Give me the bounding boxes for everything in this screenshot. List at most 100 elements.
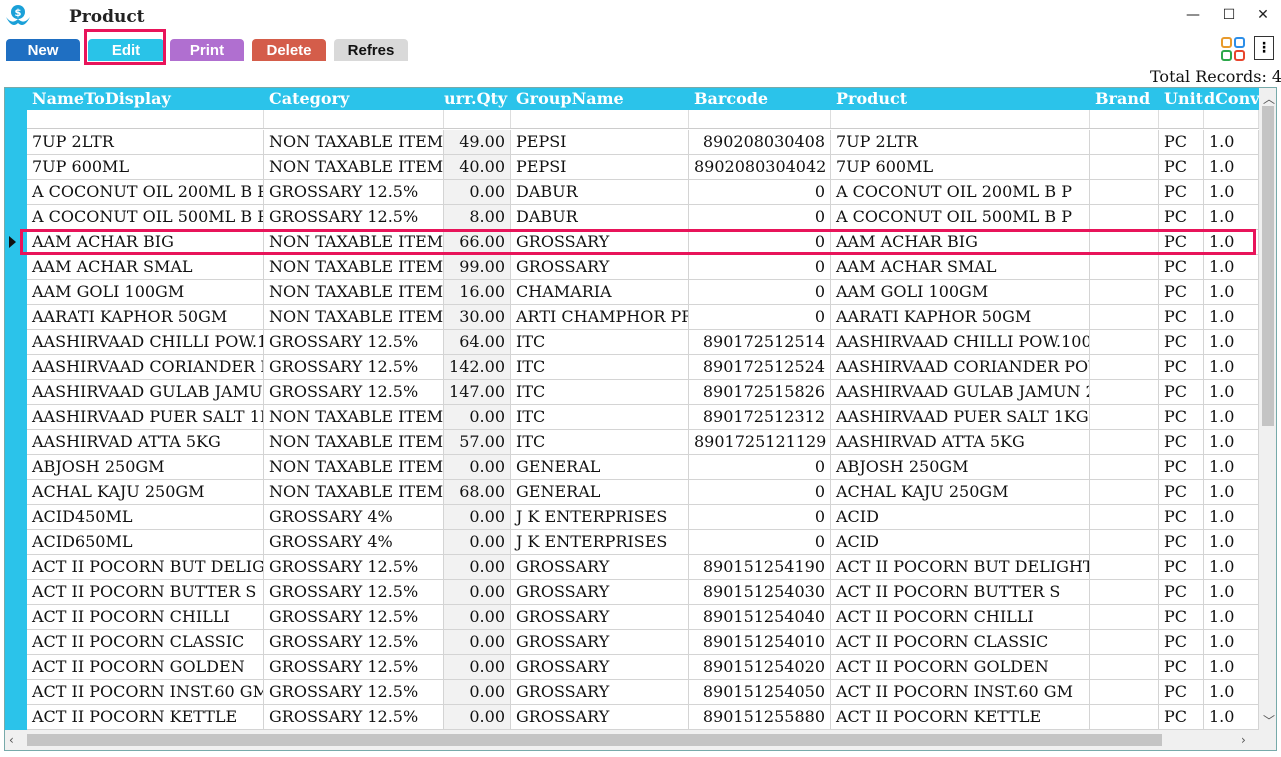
table-cell[interactable]: 0 xyxy=(689,255,831,280)
table-cell[interactable]: 1.0 xyxy=(1204,230,1259,255)
filter-cell[interactable] xyxy=(1159,110,1204,128)
table-cell[interactable]: NON TAXABLE ITEMS xyxy=(264,305,444,330)
table-cell[interactable]: PEPSI xyxy=(511,130,689,155)
table-row[interactable]: ACHAL KAJU 250GM NON TAXABLE ITEMS 68.00 GE… xyxy=(27,480,1259,505)
table-cell[interactable] xyxy=(1090,155,1159,180)
table-cell[interactable]: PC xyxy=(1159,555,1204,580)
table-cell[interactable]: GROSSARY 12.5% xyxy=(264,630,444,655)
table-cell[interactable]: 8.00 xyxy=(444,205,511,230)
table-cell[interactable]: GROSSARY xyxy=(511,705,689,730)
table-cell[interactable]: 1.0 xyxy=(1204,530,1259,555)
table-cell[interactable]: A COCONUT OIL 500ML B P xyxy=(27,205,264,230)
table-cell[interactable]: 1.0 xyxy=(1204,555,1259,580)
table-cell[interactable]: 1.0 xyxy=(1204,655,1259,680)
table-cell[interactable]: GROSSARY xyxy=(511,680,689,705)
table-cell[interactable] xyxy=(1090,580,1159,605)
table-cell[interactable]: ACT II POCORN CHILLI xyxy=(27,605,264,630)
table-cell[interactable] xyxy=(1090,280,1159,305)
table-cell[interactable]: NON TAXABLE ITEMS xyxy=(264,480,444,505)
table-cell[interactable]: ACT II POCORN CHILLI xyxy=(831,605,1090,630)
table-cell[interactable]: PC xyxy=(1159,205,1204,230)
scroll-left-icon[interactable]: ‹ xyxy=(9,733,14,747)
table-cell[interactable]: ARTI CHAMPHOR PRO xyxy=(511,305,689,330)
table-cell[interactable]: 0 xyxy=(689,205,831,230)
table-cell[interactable]: 0.00 xyxy=(444,505,511,530)
table-cell[interactable] xyxy=(1090,305,1159,330)
table-cell[interactable]: 890172512312 xyxy=(689,405,831,430)
delete-button[interactable]: Delete xyxy=(252,39,326,61)
table-cell[interactable]: ACHAL KAJU 250GM xyxy=(831,480,1090,505)
table-row[interactable]: AASHIRVAD ATTA 5KG NON TAXABLE ITEMS 57.00… xyxy=(27,430,1259,455)
table-cell[interactable]: GROSSARY 4% xyxy=(264,505,444,530)
table-cell[interactable]: ABJOSH 250GM xyxy=(831,455,1090,480)
table-cell[interactable]: GROSSARY 12.5% xyxy=(264,180,444,205)
table-cell[interactable]: 0 xyxy=(689,455,831,480)
filter-cell[interactable] xyxy=(1090,110,1159,128)
table-cell[interactable]: 1.0 xyxy=(1204,255,1259,280)
table-cell[interactable]: AASHIRVAAD GULAB JAMUN 20 xyxy=(27,380,264,405)
table-cell[interactable]: CHAMARIA xyxy=(511,280,689,305)
table-cell[interactable] xyxy=(1090,705,1159,730)
scroll-up-icon[interactable]: ︿ xyxy=(1263,90,1275,107)
table-cell[interactable]: 1.0 xyxy=(1204,130,1259,155)
table-row[interactable]: ACT II POCORN INST.60 GM GROSSARY 12.5% 0.… xyxy=(27,680,1259,705)
filter-cell[interactable] xyxy=(511,110,689,128)
vertical-scrollbar[interactable]: ︿ ﹀ xyxy=(1259,88,1276,730)
table-cell[interactable]: 890151254050 xyxy=(689,680,831,705)
table-row[interactable]: AASHIRVAAD GULAB JAMUN 20GROSSARY 12.5%1… xyxy=(27,380,1259,405)
table-cell[interactable]: ACID xyxy=(831,505,1090,530)
table-cell[interactable]: ACT II POCORN BUTTER S xyxy=(831,580,1090,605)
table-cell[interactable]: GROSSARY 12.5% xyxy=(264,680,444,705)
table-cell[interactable] xyxy=(1090,680,1159,705)
new-button[interactable]: New xyxy=(6,39,80,61)
column-header[interactable]: urr.Qty xyxy=(444,88,511,110)
table-cell[interactable]: NON TAXABLE ITEMS xyxy=(264,280,444,305)
edit-button[interactable]: Edit xyxy=(88,39,164,61)
table-cell[interactable]: ITC xyxy=(511,330,689,355)
table-cell[interactable]: 0.00 xyxy=(444,405,511,430)
table-cell[interactable]: 0.00 xyxy=(444,630,511,655)
table-cell[interactable]: 68.00 xyxy=(444,480,511,505)
column-header[interactable]: Barcode xyxy=(689,88,831,110)
table-cell[interactable]: 890151255880 xyxy=(689,705,831,730)
close-button[interactable]: ✕ xyxy=(1250,4,1276,26)
table-cell[interactable]: NON TAXABLE ITEMS xyxy=(264,430,444,455)
table-cell[interactable]: ACT II POCORN CLASSIC xyxy=(831,630,1090,655)
refresh-button[interactable]: Refres xyxy=(334,39,408,61)
table-cell[interactable]: NON TAXABLE ITEMS xyxy=(264,230,444,255)
table-cell[interactable]: NON TAXABLE ITEMS xyxy=(264,255,444,280)
table-cell[interactable]: PC xyxy=(1159,405,1204,430)
table-cell[interactable]: 57.00 xyxy=(444,430,511,455)
table-row[interactable]: 7UP 2LTR NON TAXABLE ITEMS 49.00 PEPSI 89020… xyxy=(27,130,1259,155)
table-cell[interactable]: A COCONUT OIL 200ML B P xyxy=(831,180,1090,205)
horizontal-scrollbar[interactable]: ‹ › xyxy=(5,730,1276,750)
table-cell[interactable]: 0.00 xyxy=(444,580,511,605)
table-cell[interactable]: 7UP 600ML xyxy=(27,155,264,180)
table-cell[interactable]: PEPSI xyxy=(511,155,689,180)
table-row[interactable]: ACT II POCORN CHILLI GROSSARY 12.5% 0.00 GR… xyxy=(27,605,1259,630)
table-cell[interactable]: 890151254040 xyxy=(689,605,831,630)
table-cell[interactable]: AASHIRVAAD CORIANDER POW. xyxy=(831,355,1090,380)
table-cell[interactable]: ACT II POCORN BUTTER S xyxy=(27,580,264,605)
table-row[interactable]: ACT II POCORN BUTTER S GROSSARY 12.5% 0.00… xyxy=(27,580,1259,605)
table-cell[interactable]: AASHIRVAAD GULAB JAMUN 20 xyxy=(831,380,1090,405)
table-cell[interactable]: AAM GOLI 100GM xyxy=(27,280,264,305)
table-row[interactable]: AAM GOLI 100GM NON TAXABLE ITEMS 16.00 CHAM… xyxy=(27,280,1259,305)
filter-cell[interactable] xyxy=(689,110,831,128)
filter-cell[interactable] xyxy=(831,110,1090,128)
table-cell[interactable]: PC xyxy=(1159,130,1204,155)
table-row[interactable]: A COCONUT OIL 200ML B P GROSSARY 12.5% 0.0… xyxy=(27,180,1259,205)
table-cell[interactable]: GROSSARY 12.5% xyxy=(264,355,444,380)
table-cell[interactable]: 40.00 xyxy=(444,155,511,180)
filter-cell[interactable] xyxy=(27,110,264,128)
table-cell[interactable]: 1.0 xyxy=(1204,705,1259,730)
table-cell[interactable]: 1.0 xyxy=(1204,180,1259,205)
table-cell[interactable]: 0 xyxy=(689,505,831,530)
table-cell[interactable]: PC xyxy=(1159,705,1204,730)
table-cell[interactable]: 30.00 xyxy=(444,305,511,330)
table-cell[interactable]: 1.0 xyxy=(1204,605,1259,630)
column-header[interactable]: GroupName xyxy=(511,88,689,110)
table-cell[interactable] xyxy=(1090,230,1159,255)
table-row[interactable]: AASHIRVAAD PUER SALT 1KG NON TAXABLE ITEM… xyxy=(27,405,1259,430)
table-row[interactable]: ABJOSH 250GM NON TAXABLE ITEMS 0.00 GENERAL… xyxy=(27,455,1259,480)
